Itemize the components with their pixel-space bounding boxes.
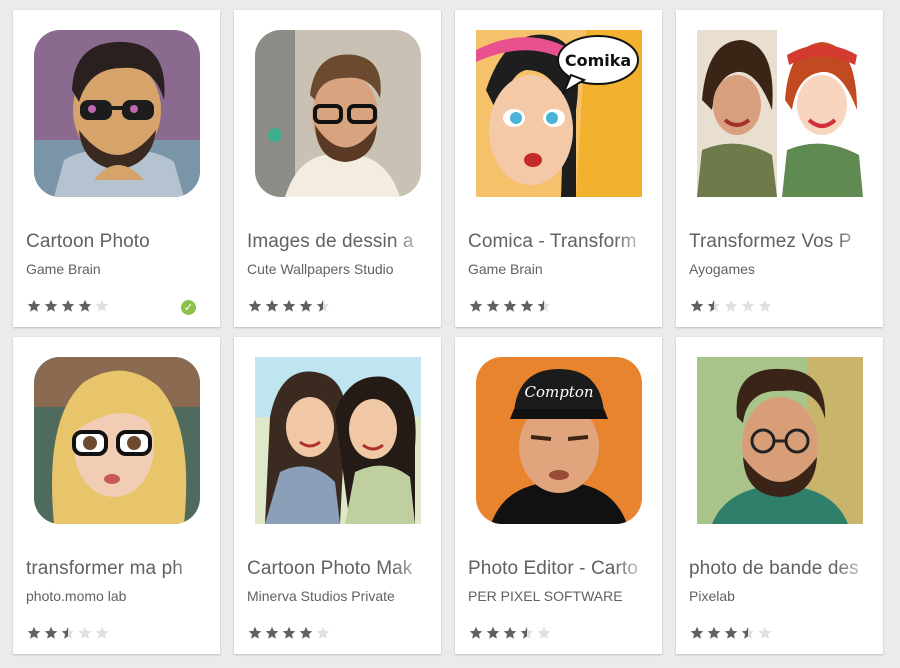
app-icon-images-de-dessin[interactable] (255, 30, 421, 197)
cartoon-man-cap-icon: Compton (476, 357, 642, 524)
app-title[interactable]: Photo Editor - Carto (468, 558, 654, 580)
star-empty-icon (724, 299, 738, 312)
app-title[interactable]: photo de bande des (689, 558, 875, 580)
star-rating (469, 299, 551, 313)
app-card[interactable]: photo de bande des Pixelab (676, 337, 883, 654)
star-filled-icon (724, 626, 738, 639)
app-card[interactable]: Comika Comica - Transform Game Brain (455, 10, 662, 327)
star-filled-icon (282, 626, 296, 639)
star-filled-icon (44, 626, 58, 639)
app-title[interactable]: Cartoon Photo (26, 231, 212, 253)
star-empty-icon (741, 299, 755, 312)
star-half-icon (707, 299, 721, 312)
star-half-icon (316, 299, 330, 312)
app-icon-transformer-ma-photo[interactable] (34, 357, 200, 524)
sketched-man-glasses-icon (255, 30, 421, 197)
star-filled-icon (503, 626, 517, 639)
star-filled-icon (282, 299, 296, 312)
app-icon-cartoon-photo[interactable] (34, 30, 200, 197)
app-title[interactable]: Cartoon Photo Mak (247, 558, 433, 580)
star-rating (27, 299, 109, 313)
star-rating (248, 299, 330, 313)
star-half-icon (537, 299, 551, 312)
blonde-cartoon-woman-icon (34, 357, 200, 524)
app-developer[interactable]: Game Brain (468, 261, 654, 277)
app-developer[interactable]: Game Brain (26, 261, 212, 277)
app-developer[interactable]: Pixelab (689, 588, 875, 604)
star-filled-icon (690, 626, 704, 639)
star-empty-icon (758, 299, 772, 312)
app-title[interactable]: transformer ma ph (26, 558, 212, 580)
app-card[interactable]: Transformez Vos P Ayogames (676, 10, 883, 327)
star-filled-icon (520, 299, 534, 312)
app-developer[interactable]: Ayogames (689, 261, 875, 277)
star-empty-icon (537, 626, 551, 639)
star-filled-icon (27, 299, 41, 312)
app-developer[interactable]: Minerva Studios Private (247, 588, 433, 604)
star-rating (690, 626, 772, 640)
star-filled-icon (265, 299, 279, 312)
app-icon-cartoon-photo-maker[interactable] (255, 357, 421, 524)
star-filled-icon (78, 299, 92, 312)
star-filled-icon (248, 299, 262, 312)
app-card[interactable]: transformer ma ph photo.momo lab (13, 337, 220, 654)
thumb-caption: Compton (524, 383, 593, 401)
star-filled-icon (707, 626, 721, 639)
star-rating (469, 626, 551, 640)
star-half-icon (61, 626, 75, 639)
star-filled-icon (469, 626, 483, 639)
app-card[interactable]: Cartoon Photo Mak Minerva Studios Privat… (234, 337, 441, 654)
pop-art-woman-icon: Comika (476, 30, 642, 197)
cartoon-man-beard-icon (697, 357, 863, 524)
star-filled-icon (248, 626, 262, 639)
app-title[interactable]: Transformez Vos P (689, 231, 875, 253)
star-filled-icon (265, 626, 279, 639)
star-filled-icon (486, 626, 500, 639)
star-empty-icon (316, 626, 330, 639)
star-filled-icon (27, 626, 41, 639)
star-half-icon (520, 626, 534, 639)
app-icon-comica[interactable]: Comika (476, 30, 642, 197)
star-empty-icon (758, 626, 772, 639)
star-rating (690, 299, 772, 313)
app-developer[interactable]: Cute Wallpapers Studio (247, 261, 433, 277)
cartoon-man-sunglasses-icon (34, 30, 200, 197)
star-filled-icon (690, 299, 704, 312)
star-half-icon (741, 626, 755, 639)
star-filled-icon (299, 299, 313, 312)
app-icon-photo-editor-cartoon[interactable]: Compton (476, 357, 642, 524)
checkmark-icon: ✓ (181, 300, 196, 315)
app-title[interactable]: Comica - Transform (468, 231, 654, 253)
app-icon-transformez-vos[interactable] (697, 30, 863, 197)
app-developer[interactable]: photo.momo lab (26, 588, 212, 604)
star-filled-icon (299, 626, 313, 639)
star-rating (248, 626, 330, 640)
star-filled-icon (486, 299, 500, 312)
star-filled-icon (469, 299, 483, 312)
star-empty-icon (95, 299, 109, 312)
sketched-two-women-icon (255, 357, 421, 524)
photo-to-cartoon-women-icon (697, 30, 863, 197)
star-empty-icon (78, 626, 92, 639)
star-rating (27, 626, 109, 640)
app-card[interactable]: Images de dessin a Cute Wallpapers Studi… (234, 10, 441, 327)
thumb-caption: Comika (565, 51, 631, 70)
app-grid: Cartoon Photo Game Brain ✓ Images de des… (13, 10, 883, 654)
star-empty-icon (95, 626, 109, 639)
app-developer[interactable]: PER PIXEL SOFTWARE (468, 588, 654, 604)
star-filled-icon (44, 299, 58, 312)
app-title[interactable]: Images de dessin a (247, 231, 433, 253)
app-icon-photo-de-bande-dessinee[interactable] (697, 357, 863, 524)
star-filled-icon (503, 299, 517, 312)
star-filled-icon (61, 299, 75, 312)
app-card[interactable]: Cartoon Photo Game Brain ✓ (13, 10, 220, 327)
app-card[interactable]: Compton Photo Editor - Carto PER PIXEL S… (455, 337, 662, 654)
